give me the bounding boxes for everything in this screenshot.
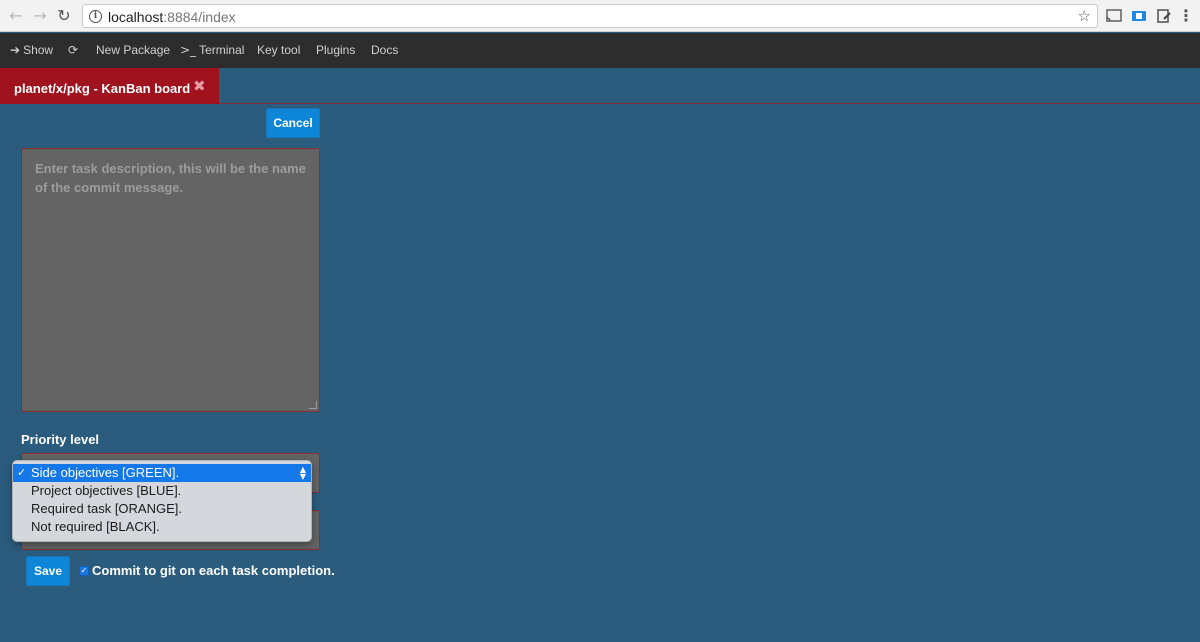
edit-icon[interactable] [1155,7,1173,25]
commit-label: Commit to git on each task completion. [92,563,335,578]
priority-option[interactable]: Project objectives [BLUE]. [13,482,311,500]
priority-label: Priority level [21,432,100,447]
star-icon[interactable]: ☆ [1078,7,1091,25]
tab-strip: planet/x/pkg - KanBan board ✖ [0,68,1200,104]
arrow-right-icon: ➔ [10,43,21,57]
menu-docs[interactable]: Docs [371,43,398,57]
url-text: localhost:8884/index [108,9,236,25]
priority-option[interactable]: Not required [BLACK]. [13,518,311,536]
menu-refresh[interactable]: ⟳ [68,43,81,57]
priority-dropdown[interactable]: ✓ Side objectives [GREEN]. ▲ ▼ Project ob… [12,460,312,542]
checkmark-icon: ✓ [17,466,27,479]
select-arrows-icon: ▲ ▼ [299,465,306,481]
kebab-menu-icon[interactable]: ⋮ [1176,6,1196,26]
priority-option[interactable]: ✓ Side objectives [GREEN]. ▲ ▼ [13,464,311,482]
menu-show[interactable]: ➔ Show [10,43,53,57]
info-icon[interactable]: i [89,10,102,23]
cast-icon[interactable] [1105,7,1123,25]
browser-toolbar: ← → ↻ i localhost:8884/index ☆ ⋮ [0,0,1200,32]
forward-arrow-icon[interactable]: → [30,6,50,26]
tab-label: planet/x/pkg - KanBan board [14,81,191,96]
app-menubar: ➔ Show ⟳ New Package >_ Terminal Key tool … [0,33,1200,68]
extension-icon[interactable] [1130,7,1148,25]
address-bar[interactable]: i localhost:8884/index ☆ [82,4,1098,28]
refresh-icon: ⟳ [68,43,79,57]
save-button[interactable]: Save [26,556,70,586]
reload-icon[interactable]: ↻ [54,6,74,26]
menu-terminal[interactable]: >_ Terminal [180,43,244,57]
task-description-input[interactable]: Enter task description, this will be the… [21,148,320,412]
menu-plugins[interactable]: Plugins [316,43,355,57]
menu-key-tool[interactable]: Key tool [257,43,300,57]
menu-new-package[interactable]: New Package [96,43,170,57]
back-arrow-icon[interactable]: ← [6,6,26,26]
tab-kanban-board[interactable]: planet/x/pkg - KanBan board ✖ [0,68,219,104]
resize-handle[interactable] [309,401,317,409]
close-icon[interactable]: ✖ [193,77,206,95]
priority-option[interactable]: Required task [ORANGE]. [13,500,311,518]
task-placeholder: Enter task description, this will be the… [35,161,306,195]
commit-checkbox[interactable]: ✓ [79,566,89,576]
cancel-button[interactable]: Cancel [266,108,320,138]
